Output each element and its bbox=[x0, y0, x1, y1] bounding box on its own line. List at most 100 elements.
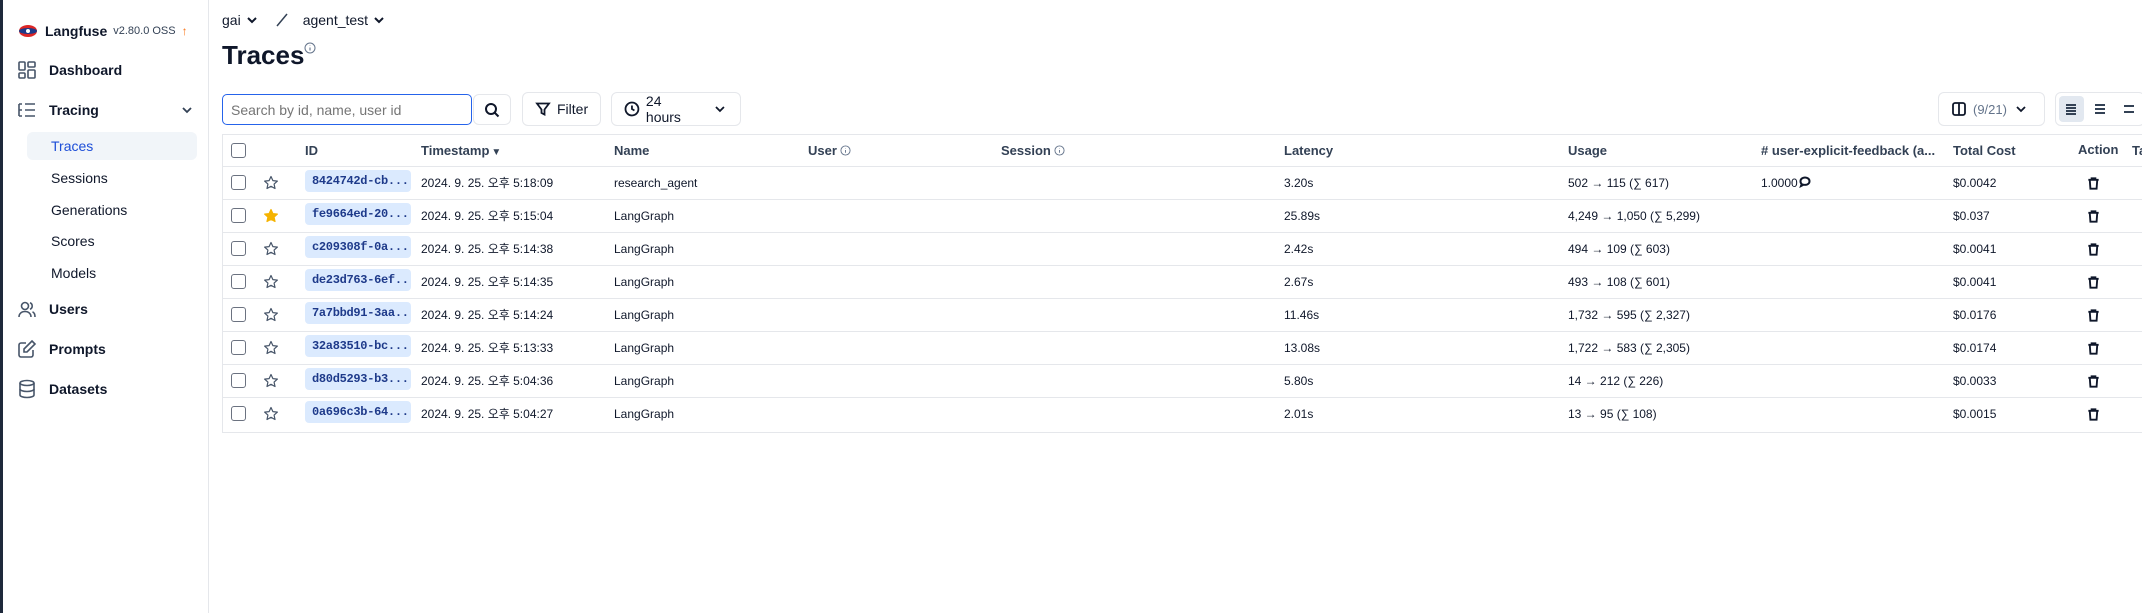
column-header-latency[interactable]: Latency bbox=[1284, 135, 1568, 167]
spacer-cell bbox=[1194, 364, 1284, 398]
trace-id-link[interactable]: fe9664ed-20... bbox=[305, 203, 411, 225]
table-row[interactable]: 32a83510-bc... 2024. 9. 25. 오후 5:13:33 Lan… bbox=[223, 331, 2142, 365]
session-cell bbox=[1001, 232, 1194, 266]
tags-cell bbox=[2132, 232, 2142, 266]
chevron-down-icon[interactable] bbox=[179, 102, 195, 118]
name-cell: LangGraph bbox=[614, 331, 808, 365]
density-wide-option[interactable] bbox=[2116, 96, 2141, 122]
trace-id-link[interactable]: 32a83510-bc... bbox=[305, 335, 411, 357]
usage-cell: 494 → 109 (∑ 603) bbox=[1568, 232, 1761, 266]
search-button[interactable] bbox=[473, 94, 511, 125]
project-selector[interactable]: gai bbox=[222, 12, 259, 28]
star-icon[interactable] bbox=[263, 406, 279, 422]
column-header-id[interactable]: ID bbox=[305, 135, 421, 167]
row-checkbox[interactable] bbox=[231, 208, 246, 224]
info-icon[interactable] bbox=[304, 42, 316, 54]
star-icon[interactable] bbox=[263, 241, 279, 257]
column-header-feedback[interactable]: # user-explicit-feedback (a... bbox=[1761, 135, 1953, 167]
column-header-name[interactable]: Name bbox=[614, 135, 808, 167]
session-cell bbox=[1001, 199, 1194, 233]
delete-trace-button[interactable] bbox=[2086, 208, 2104, 226]
star-filled-icon[interactable] bbox=[263, 208, 279, 224]
trace-id-link[interactable]: 0a696c3b-64... bbox=[305, 401, 411, 424]
table-row[interactable]: 7a7bbd91-3aa... 2024. 9. 25. 오후 5:14:24 La… bbox=[223, 298, 2142, 332]
density-medium-option[interactable] bbox=[2088, 96, 2113, 122]
comment-icon[interactable] bbox=[1798, 175, 1811, 188]
trace-id-link[interactable]: de23d763-6ef... bbox=[305, 269, 411, 291]
row-checkbox[interactable] bbox=[231, 373, 246, 389]
environment-selector[interactable]: agent_test bbox=[303, 12, 386, 28]
trace-id-link[interactable]: 7a7bbd91-3aa... bbox=[305, 302, 411, 324]
column-header-tags[interactable]: Tags bbox=[2132, 135, 2142, 167]
star-icon[interactable] bbox=[263, 175, 279, 191]
table-row[interactable]: c209308f-0a... 2024. 9. 25. 오후 5:14:38 Lan… bbox=[223, 232, 2142, 266]
chevron-down-icon bbox=[246, 17, 257, 24]
prompts-edit-icon bbox=[18, 339, 37, 358]
trace-id-link[interactable]: c209308f-0a... bbox=[305, 236, 411, 258]
star-icon[interactable] bbox=[263, 307, 279, 323]
delete-trace-button[interactable] bbox=[2086, 406, 2104, 424]
row-checkbox[interactable] bbox=[231, 340, 246, 356]
delete-trace-button[interactable] bbox=[2086, 241, 2104, 259]
column-header-usage[interactable]: Usage bbox=[1568, 135, 1761, 167]
id-cell: fe9664ed-20... bbox=[305, 199, 421, 233]
arrow-up-icon[interactable]: ↑ bbox=[182, 24, 188, 38]
table-row[interactable]: fe9664ed-20... 2024. 9. 25. 오후 5:15:04 Lan… bbox=[223, 199, 2142, 233]
star-icon[interactable] bbox=[263, 340, 279, 356]
trash-icon bbox=[2088, 375, 2099, 388]
column-header-session[interactable]: Session bbox=[1001, 135, 1194, 167]
brand[interactable]: Langfuse v2.80.0 OSS ↑ bbox=[17, 20, 188, 42]
sidebar-item-datasets[interactable]: Datasets bbox=[17, 375, 107, 403]
table-row[interactable]: 0a696c3b-64... 2024. 9. 25. 오후 5:04:27 Lan… bbox=[223, 397, 2142, 430]
name-cell: LangGraph bbox=[614, 232, 808, 266]
trace-id-link[interactable]: 8424742d-cb... bbox=[305, 170, 411, 192]
tags-cell bbox=[2132, 364, 2142, 398]
select-all-checkbox[interactable] bbox=[231, 143, 246, 159]
search-input[interactable] bbox=[222, 94, 472, 125]
info-icon[interactable] bbox=[1054, 145, 1065, 156]
star-icon[interactable] bbox=[263, 373, 279, 389]
row-checkbox[interactable] bbox=[231, 307, 246, 323]
row-checkbox[interactable] bbox=[231, 406, 246, 422]
usage-cell: 1,732 → 595 (∑ 2,327) bbox=[1568, 298, 1761, 332]
time-range-select[interactable]: 24 hours bbox=[611, 92, 741, 126]
trace-id-link[interactable]: d80d5293-b3... bbox=[305, 368, 411, 390]
delete-trace-button[interactable] bbox=[2086, 340, 2104, 358]
filter-button[interactable]: Filter bbox=[522, 92, 602, 126]
table-row[interactable]: de23d763-6ef... 2024. 9. 25. 오후 5:14:35 La… bbox=[223, 265, 2142, 299]
sidebar-item-dashboard[interactable]: Dashboard bbox=[17, 56, 122, 84]
name-cell: LangGraph bbox=[614, 199, 808, 233]
sidebar-item-users[interactable]: Users bbox=[17, 295, 88, 323]
sidebar-item-generations[interactable]: Generations bbox=[27, 196, 197, 224]
column-header-action[interactable]: Action bbox=[2078, 142, 2118, 157]
sidebar-item-sessions[interactable]: Sessions bbox=[27, 164, 197, 192]
density-compact-option[interactable] bbox=[2059, 96, 2084, 122]
sidebar-item-traces[interactable]: Traces bbox=[27, 132, 197, 160]
header-spacer bbox=[1194, 135, 1284, 167]
info-icon[interactable] bbox=[840, 145, 851, 156]
delete-trace-button[interactable] bbox=[2086, 307, 2104, 325]
select-cell bbox=[223, 331, 263, 365]
row-checkbox[interactable] bbox=[231, 241, 246, 257]
name-cell: LangGraph bbox=[614, 406, 675, 421]
column-header-timestamp[interactable]: Timestamp ▼ bbox=[421, 135, 614, 167]
sidebar-item-tracing[interactable]: Tracing bbox=[17, 96, 99, 124]
column-header-user[interactable]: User bbox=[808, 135, 1001, 167]
sidebar-item-models[interactable]: Models bbox=[27, 259, 197, 287]
table-row[interactable]: d80d5293-b3... 2024. 9. 25. 오후 5:04:36 Lan… bbox=[223, 364, 2142, 398]
table-header-row: ID Timestamp ▼ Name User Session Latency … bbox=[223, 135, 2142, 167]
user-cell bbox=[808, 265, 1001, 299]
delete-trace-button[interactable] bbox=[2086, 175, 2104, 193]
row-checkbox[interactable] bbox=[231, 175, 246, 191]
users-icon bbox=[18, 301, 36, 318]
sidebar-item-scores[interactable]: Scores bbox=[27, 227, 197, 255]
sidebar-item-prompts[interactable]: Prompts bbox=[17, 335, 106, 363]
columns-button[interactable]: (9/21) bbox=[1938, 92, 2045, 126]
row-checkbox[interactable] bbox=[231, 274, 246, 290]
star-icon[interactable] bbox=[263, 274, 279, 290]
delete-trace-button[interactable] bbox=[2086, 373, 2104, 391]
trash-icon bbox=[2088, 309, 2099, 322]
table-row[interactable]: 8424742d-cb... 2024. 9. 25. 오후 5:18:09 res… bbox=[223, 166, 2142, 200]
delete-trace-button[interactable] bbox=[2086, 274, 2104, 292]
spacer-cell bbox=[1194, 298, 1284, 332]
